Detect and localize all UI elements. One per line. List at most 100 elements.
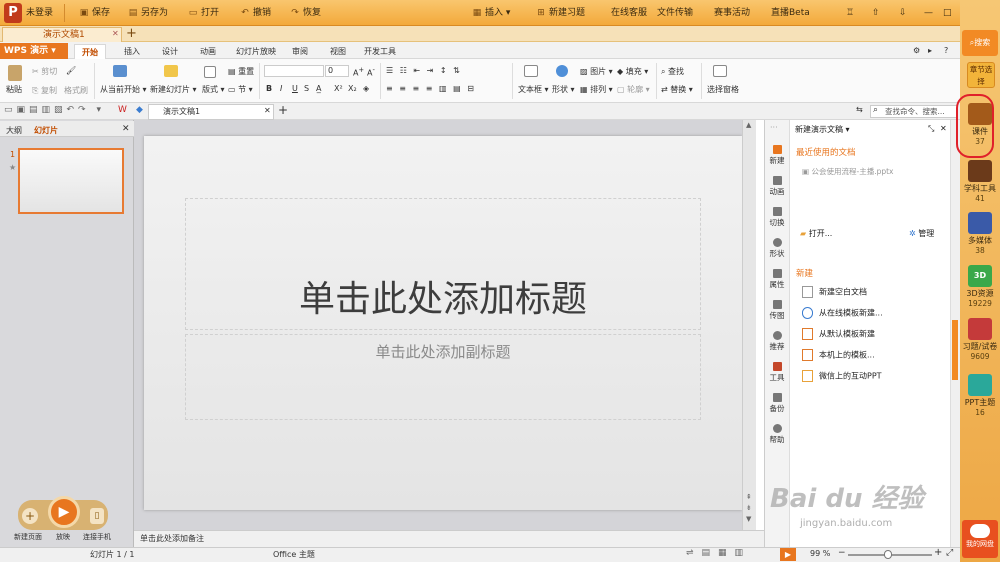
- view-buttons[interactable]: ⇌▤▦▥: [686, 548, 751, 558]
- outline-button[interactable]: ▢ 轮廓 ▾: [617, 84, 650, 95]
- font-size-select[interactable]: 0: [325, 65, 349, 77]
- format-painter-icon[interactable]: 🖌: [66, 66, 76, 75]
- close-tab-icon[interactable]: ✕: [112, 29, 119, 38]
- bold-button[interactable]: B: [266, 84, 272, 93]
- paste-button[interactable]: [8, 65, 22, 81]
- font-name-select[interactable]: [264, 65, 324, 77]
- notes-area[interactable]: 单击此处添加备注: [134, 530, 764, 547]
- resource-ppt-theme[interactable]: PPT主题 16: [960, 374, 1000, 417]
- slide-subtitle[interactable]: 单击此处添加副标题: [185, 341, 701, 362]
- ribbon-option-icon[interactable]: ▸: [928, 46, 932, 55]
- shape-button[interactable]: 形状 ▾: [552, 84, 575, 95]
- new-online-template-link[interactable]: 从在线模板新建...: [802, 307, 883, 319]
- quick-access-icons[interactable]: ▭▣▤▥▧↶↷ ▾: [4, 105, 105, 115]
- wechat-ppt-link[interactable]: 微信上的互动PPT: [802, 370, 882, 382]
- play-icon[interactable]: ▶: [48, 496, 80, 528]
- manage-link[interactable]: ✲ 管理: [909, 228, 934, 239]
- find-button[interactable]: ⌕ 查找: [661, 66, 684, 77]
- font-color-button[interactable]: A̲: [316, 84, 321, 93]
- close-pane-icon[interactable]: ✕: [122, 124, 130, 134]
- sidebar-item-shape[interactable]: 形状: [764, 238, 790, 259]
- help-icon[interactable]: ?: [944, 46, 948, 55]
- subscript-button[interactable]: X₂: [348, 84, 357, 93]
- copy-button[interactable]: ⎘ 复制: [32, 85, 57, 96]
- tab-slides[interactable]: 幻灯片: [34, 125, 58, 136]
- superscript-button[interactable]: X²: [334, 84, 343, 93]
- zoom-in-button[interactable]: +: [934, 547, 942, 558]
- layout-button[interactable]: 版式 ▾: [202, 84, 225, 95]
- play-slideshow-button[interactable]: ▶: [780, 548, 796, 561]
- section-button[interactable]: ▭ 节 ▾: [228, 84, 253, 95]
- tab-design[interactable]: 设计: [162, 46, 178, 57]
- save-button[interactable]: ▣ 保存: [79, 6, 110, 20]
- resource-exercises[interactable]: 习题/试卷 9609: [960, 318, 1000, 361]
- live-link[interactable]: 直播Beta: [771, 6, 810, 20]
- sidebar-item-transition[interactable]: 切换: [764, 207, 790, 228]
- settings-icon[interactable]: ⚙: [913, 46, 920, 55]
- upload-icon[interactable]: ⇧: [872, 6, 880, 20]
- fill-button[interactable]: ◆ 填充 ▾: [617, 66, 648, 77]
- resource-multimedia[interactable]: 多媒体 38: [960, 212, 1000, 255]
- arrange-button[interactable]: ▦ 排列 ▾: [580, 84, 613, 95]
- vertical-scrollbar[interactable]: [742, 120, 756, 530]
- maximize-button[interactable]: □: [943, 6, 952, 20]
- close-doc-icon[interactable]: ✕: [264, 106, 271, 115]
- font-grow-button[interactable]: A+: [353, 66, 364, 78]
- wps-app-menu[interactable]: WPS 演示 ▾: [0, 43, 68, 59]
- open-link[interactable]: ▰ 打开...: [800, 228, 832, 239]
- sidebar-item-new[interactable]: 新建: [764, 145, 790, 166]
- phone-icon[interactable]: ▯: [90, 508, 104, 524]
- new-page-label[interactable]: 新建页面: [14, 532, 42, 542]
- reset-button[interactable]: ▤ 重置: [228, 66, 254, 77]
- tab-outline[interactable]: 大纲: [6, 125, 22, 136]
- shirt-icon[interactable]: ♖: [846, 6, 854, 20]
- download-icon[interactable]: ⇩: [899, 6, 907, 20]
- new-blank-link[interactable]: 新建空白文档: [802, 286, 867, 298]
- my-cloud-button[interactable]: 我的网盘: [962, 520, 998, 558]
- sidebar-item-upload-image[interactable]: 传图: [764, 300, 790, 321]
- add-doc-button[interactable]: +: [278, 103, 288, 117]
- chapter-select-button[interactable]: 章节选择: [967, 62, 995, 88]
- align-buttons[interactable]: ≡ ≡ ≡ ≡ ▥ ▤ ⊟: [386, 84, 476, 93]
- format-painter-label[interactable]: 格式刷: [64, 85, 88, 96]
- editor-document-tab[interactable]: 演示文稿1: [148, 104, 274, 120]
- fit-window-icon[interactable]: ⤢: [946, 548, 953, 558]
- sidebar-item-recommend[interactable]: 推荐: [764, 331, 790, 352]
- new-default-template-link[interactable]: 从默认模板新建: [802, 328, 875, 340]
- sidebar-item-properties[interactable]: 属性: [764, 269, 790, 290]
- cut-button[interactable]: ✂ 剪切: [32, 66, 57, 77]
- resource-subject-tools[interactable]: 学科工具 41: [960, 160, 1000, 203]
- tab-view[interactable]: 视图: [330, 46, 346, 57]
- from-current-button[interactable]: 从当前开始 ▾: [100, 84, 147, 95]
- undo-button[interactable]: ↶ 撤销: [240, 6, 271, 20]
- task-pane-toggle[interactable]: [952, 320, 958, 380]
- replace-button[interactable]: ⇄ 替换 ▾: [661, 84, 693, 95]
- minimize-button[interactable]: —: [924, 6, 933, 20]
- zoom-slider-thumb[interactable]: [884, 550, 892, 559]
- zoom-level[interactable]: 99 %: [810, 549, 830, 558]
- zoom-out-button[interactable]: −: [838, 548, 846, 558]
- sidebar-item-backup[interactable]: 备份: [764, 393, 790, 414]
- tab-slideshow[interactable]: 幻灯片放映: [236, 46, 276, 57]
- clear-format-icon[interactable]: ◈: [363, 84, 369, 93]
- new-slide-button[interactable]: 新建幻灯片 ▾: [150, 84, 197, 95]
- contest-link[interactable]: 赛事活动: [714, 6, 750, 20]
- paste-label[interactable]: 粘贴: [6, 84, 22, 95]
- resource-3d[interactable]: 3D 3D资源 19229: [960, 265, 1000, 308]
- connect-phone-label[interactable]: 连接手机: [83, 532, 111, 542]
- save-as-button[interactable]: ▤ 另存为: [128, 6, 168, 20]
- tab-developer[interactable]: 开发工具: [364, 46, 396, 57]
- online-service-link[interactable]: 在线客服: [611, 6, 647, 20]
- cube-icon[interactable]: ◆: [136, 105, 143, 115]
- sidebar-item-tools[interactable]: 工具: [764, 362, 790, 383]
- new-exercise-button[interactable]: ⊞ 新建习题: [536, 6, 585, 20]
- italic-button[interactable]: I: [280, 84, 282, 93]
- tab-home[interactable]: 开始: [74, 44, 106, 59]
- close-task-pane-icon[interactable]: ✕: [940, 124, 947, 133]
- search-button[interactable]: ⌕搜索: [962, 30, 998, 56]
- pin-icon[interactable]: ⤡: [928, 124, 934, 134]
- tab-review[interactable]: 审阅: [292, 46, 308, 57]
- recent-file-link[interactable]: ▣ 公会使用流程-主播.pptx: [802, 166, 893, 177]
- new-page-icon[interactable]: +: [22, 508, 38, 524]
- task-pane-title[interactable]: 新建演示文稿 ▾: [795, 124, 850, 135]
